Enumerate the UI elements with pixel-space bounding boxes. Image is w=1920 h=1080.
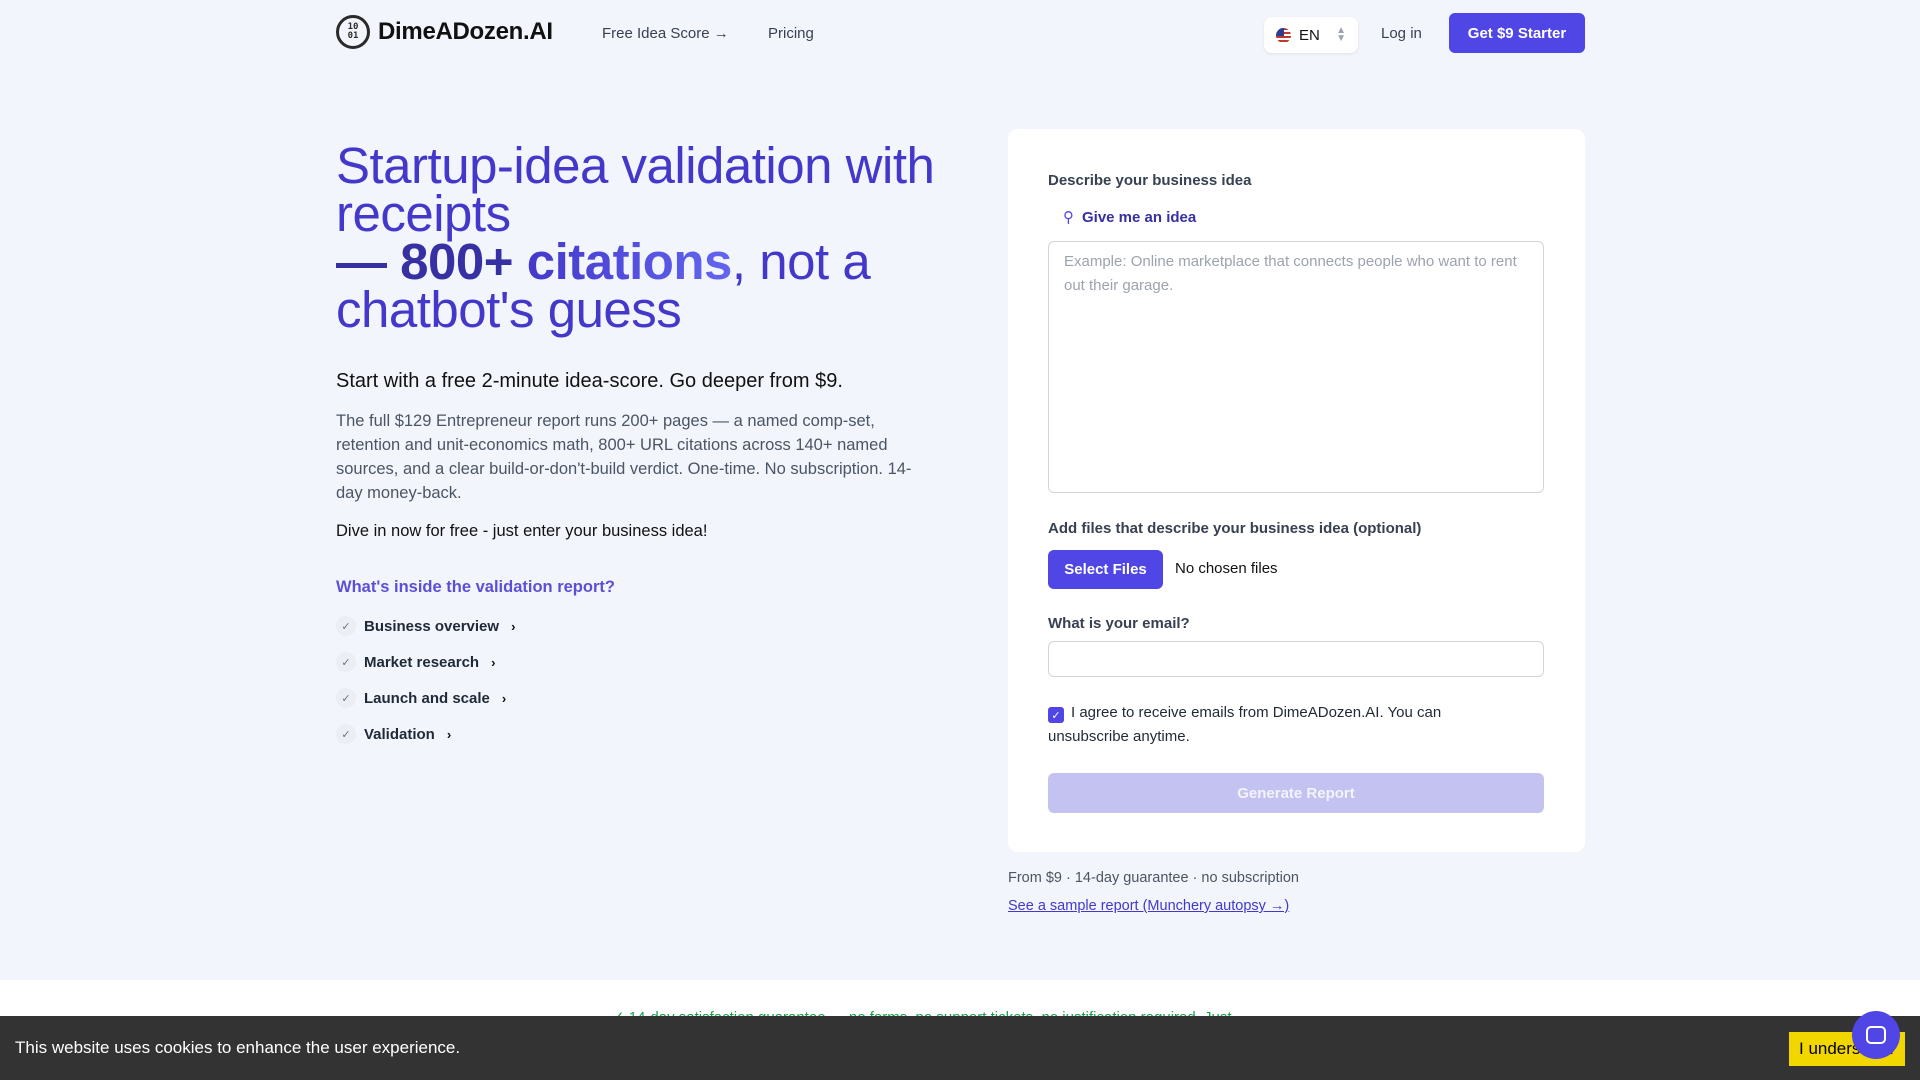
logo-mark-icon: 10 01 <box>336 15 370 49</box>
site-header: 10 01 DimeADozen.AI Free Idea Score → Pr… <box>0 0 1920 68</box>
language-select[interactable]: EN ▲ ▼ <box>1264 17 1358 53</box>
chevron-right-icon: › <box>446 726 452 742</box>
us-flag-icon <box>1276 27 1291 43</box>
accordion-label: Validation <box>364 725 435 743</box>
hero-cta-text: Dive in now for free - just enter your b… <box>336 522 708 540</box>
email-field[interactable] <box>1048 641 1544 677</box>
accordion-label: Market research <box>364 653 480 671</box>
hero-description: The full $129 Entrepreneur report runs 2… <box>336 412 912 502</box>
accordion-validation[interactable]: ✓ Validation › <box>336 724 451 744</box>
accordion-label: Business overview <box>364 617 500 635</box>
give-me-an-idea-label: Give me an idea <box>1082 208 1197 226</box>
no-files-text: No chosen files <box>1175 560 1278 577</box>
idea-textarea[interactable]: Example: Online marketplace that connect… <box>1048 241 1544 493</box>
logo-mark-bottom: 01 <box>347 31 359 41</box>
hero-subheading: Start with a free 2-minute idea-score. G… <box>336 370 843 392</box>
magic-wand-icon: ⚲ <box>1063 209 1074 226</box>
chevron-right-icon: › <box>501 690 507 706</box>
report-contents-title: What's inside the validation report? <box>336 578 615 596</box>
headline-part1: Startup-idea validation with receipts <box>336 137 935 242</box>
language-value: EN <box>1299 26 1320 44</box>
cookie-text: This website uses cookies to enhance the… <box>15 1038 461 1057</box>
give-me-an-idea-button[interactable]: ⚲ Give me an idea <box>1063 208 1197 227</box>
check-icon: ✓ <box>336 688 356 708</box>
logo[interactable]: 10 01 DimeADozen.AI <box>336 15 553 49</box>
pricing-terms: From $9 · 14-day guarantee · no subscrip… <box>1008 870 1299 886</box>
accordion-business-overview[interactable]: ✓ Business overview › <box>336 616 515 636</box>
email-label: What is your email? <box>1048 615 1190 632</box>
idea-form-card: Describe your business idea ⚲ Give me an… <box>1008 129 1585 852</box>
consent-text: I agree to receive emails from DimeADoze… <box>1048 704 1442 745</box>
select-files-button[interactable]: Select Files <box>1048 550 1163 589</box>
consent-checkbox[interactable]: ✓ <box>1048 707 1064 723</box>
logo-text: DimeADozen.AI <box>378 18 553 45</box>
accordion-label: Launch and scale <box>364 689 490 707</box>
accordion-launch-and-scale[interactable]: ✓ Launch and scale › <box>336 688 506 708</box>
idea-label: Describe your business idea <box>1048 172 1252 189</box>
chevron-right-icon: › <box>491 654 496 670</box>
check-icon: ✓ <box>336 616 356 636</box>
chat-launcher-button[interactable] <box>1852 1011 1900 1059</box>
chevron-up-down-icon: ▲ ▼ <box>1336 25 1346 44</box>
check-icon: ✓ <box>336 724 356 744</box>
nav-free-idea-score[interactable]: Free Idea Score → <box>602 25 729 42</box>
cookie-banner: This website uses cookies to enhance the… <box>0 1016 1920 1080</box>
login-link[interactable]: Log in <box>1381 25 1422 42</box>
chat-icon <box>1866 1026 1886 1044</box>
page-title: Startup-idea validation with receipts — 8… <box>336 140 936 335</box>
generate-report-button[interactable]: Generate Report <box>1048 773 1544 813</box>
accordion-market-research[interactable]: ✓ Market research › <box>336 652 495 672</box>
idea-placeholder: Example: Online marketplace that connect… <box>1064 253 1517 294</box>
check-icon: ✓ <box>336 652 356 672</box>
chevron-right-icon: › <box>511 618 516 634</box>
sample-report-link[interactable]: See a sample report (Munchery autopsy →) <box>1008 898 1289 914</box>
nav-pricing[interactable]: Pricing <box>768 25 814 42</box>
files-label: Add files that describe your business id… <box>1048 520 1422 537</box>
get-starter-button[interactable]: Get $9 Starter <box>1449 13 1585 53</box>
